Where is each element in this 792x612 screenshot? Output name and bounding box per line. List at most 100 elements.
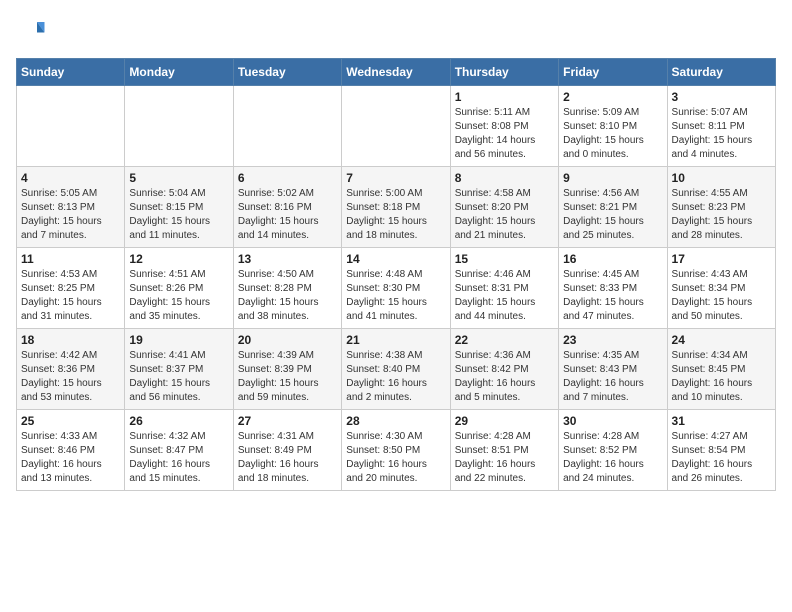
day-info: Sunset: 8:15 PM — [129, 201, 228, 215]
day-info: Daylight: 16 hours — [672, 458, 771, 472]
calendar-cell: 29Sunrise: 4:28 AMSunset: 8:51 PMDayligh… — [450, 410, 558, 491]
weekday-header-row: SundayMondayTuesdayWednesdayThursdayFrid… — [17, 59, 776, 86]
calendar-week-row: 18Sunrise: 4:42 AMSunset: 8:36 PMDayligh… — [17, 329, 776, 410]
calendar-cell: 22Sunrise: 4:36 AMSunset: 8:42 PMDayligh… — [450, 329, 558, 410]
day-info: and 21 minutes. — [455, 229, 554, 243]
day-info: and 10 minutes. — [672, 391, 771, 405]
day-info: and 44 minutes. — [455, 310, 554, 324]
calendar-cell — [233, 86, 341, 167]
day-info: Daylight: 15 hours — [129, 296, 228, 310]
weekday-header: Friday — [559, 59, 667, 86]
day-number: 3 — [672, 90, 771, 104]
day-info: Daylight: 16 hours — [455, 458, 554, 472]
day-number: 4 — [21, 171, 120, 185]
day-info: Daylight: 15 hours — [129, 215, 228, 229]
day-number: 31 — [672, 414, 771, 428]
day-info: Sunrise: 4:34 AM — [672, 349, 771, 363]
calendar-cell: 5Sunrise: 5:04 AMSunset: 8:15 PMDaylight… — [125, 167, 233, 248]
day-number: 26 — [129, 414, 228, 428]
calendar-cell: 17Sunrise: 4:43 AMSunset: 8:34 PMDayligh… — [667, 248, 775, 329]
day-info: Daylight: 15 hours — [21, 296, 120, 310]
day-info: Sunrise: 4:53 AM — [21, 268, 120, 282]
day-info: Sunset: 8:16 PM — [238, 201, 337, 215]
day-info: Daylight: 15 hours — [672, 215, 771, 229]
calendar-cell: 12Sunrise: 4:51 AMSunset: 8:26 PMDayligh… — [125, 248, 233, 329]
day-info: Daylight: 15 hours — [563, 134, 662, 148]
calendar-cell: 15Sunrise: 4:46 AMSunset: 8:31 PMDayligh… — [450, 248, 558, 329]
day-info: and 18 minutes. — [238, 472, 337, 486]
day-info: Sunset: 8:47 PM — [129, 444, 228, 458]
day-info: Daylight: 15 hours — [672, 296, 771, 310]
day-info: Daylight: 16 hours — [346, 458, 445, 472]
day-number: 13 — [238, 252, 337, 266]
calendar-cell: 10Sunrise: 4:55 AMSunset: 8:23 PMDayligh… — [667, 167, 775, 248]
weekday-header: Saturday — [667, 59, 775, 86]
calendar-cell: 24Sunrise: 4:34 AMSunset: 8:45 PMDayligh… — [667, 329, 775, 410]
calendar-cell: 26Sunrise: 4:32 AMSunset: 8:47 PMDayligh… — [125, 410, 233, 491]
day-info: Sunrise: 4:42 AM — [21, 349, 120, 363]
day-number: 7 — [346, 171, 445, 185]
day-info: Sunset: 8:33 PM — [563, 282, 662, 296]
day-number: 15 — [455, 252, 554, 266]
calendar-cell: 27Sunrise: 4:31 AMSunset: 8:49 PMDayligh… — [233, 410, 341, 491]
weekday-header: Wednesday — [342, 59, 450, 86]
calendar-cell: 14Sunrise: 4:48 AMSunset: 8:30 PMDayligh… — [342, 248, 450, 329]
day-number: 30 — [563, 414, 662, 428]
calendar-cell: 30Sunrise: 4:28 AMSunset: 8:52 PMDayligh… — [559, 410, 667, 491]
weekday-header: Tuesday — [233, 59, 341, 86]
day-info: Sunset: 8:42 PM — [455, 363, 554, 377]
day-number: 22 — [455, 333, 554, 347]
day-info: Sunset: 8:51 PM — [455, 444, 554, 458]
day-info: Daylight: 15 hours — [563, 296, 662, 310]
day-info: Sunrise: 5:07 AM — [672, 106, 771, 120]
day-info: Daylight: 15 hours — [672, 134, 771, 148]
day-info: Sunset: 8:28 PM — [238, 282, 337, 296]
day-info: Sunset: 8:54 PM — [672, 444, 771, 458]
day-number: 10 — [672, 171, 771, 185]
day-number: 12 — [129, 252, 228, 266]
logo-icon — [16, 16, 46, 46]
day-info: Sunrise: 4:39 AM — [238, 349, 337, 363]
day-info: Daylight: 16 hours — [455, 377, 554, 391]
day-info: Sunset: 8:45 PM — [672, 363, 771, 377]
day-info: Sunrise: 5:09 AM — [563, 106, 662, 120]
calendar-cell: 4Sunrise: 5:05 AMSunset: 8:13 PMDaylight… — [17, 167, 125, 248]
calendar-cell: 3 Sunrise: 5:07 AMSunset: 8:11 PMDaylight… — [667, 86, 775, 167]
calendar-cell: 31Sunrise: 4:27 AMSunset: 8:54 PMDayligh… — [667, 410, 775, 491]
day-info: Sunset: 8:50 PM — [346, 444, 445, 458]
day-info: Daylight: 15 hours — [455, 296, 554, 310]
day-info: Sunrise: 4:46 AM — [455, 268, 554, 282]
day-info: Daylight: 16 hours — [21, 458, 120, 472]
calendar-cell: 2Sunrise: 5:09 AMSunset: 8:10 PMDaylight… — [559, 86, 667, 167]
day-number: 18 — [21, 333, 120, 347]
weekday-header: Monday — [125, 59, 233, 86]
day-info: and 15 minutes. — [129, 472, 228, 486]
day-number: 23 — [563, 333, 662, 347]
day-info: and 53 minutes. — [21, 391, 120, 405]
day-info: and 7 minutes. — [563, 391, 662, 405]
calendar-cell: 19Sunrise: 4:41 AMSunset: 8:37 PMDayligh… — [125, 329, 233, 410]
day-info: Sunset: 8:25 PM — [21, 282, 120, 296]
day-number: 25 — [21, 414, 120, 428]
day-info: Daylight: 16 hours — [129, 458, 228, 472]
day-number: 19 — [129, 333, 228, 347]
day-info: Sunrise: 4:58 AM — [455, 187, 554, 201]
day-info: Sunrise: 4:31 AM — [238, 430, 337, 444]
day-info: Sunrise: 4:51 AM — [129, 268, 228, 282]
day-info: Sunset: 8:10 PM — [563, 120, 662, 134]
day-info: and 14 minutes. — [238, 229, 337, 243]
day-info: Sunrise: 4:33 AM — [21, 430, 120, 444]
day-info: Sunset: 8:46 PM — [21, 444, 120, 458]
calendar-cell — [125, 86, 233, 167]
day-info: and 11 minutes. — [129, 229, 228, 243]
calendar-cell: 11Sunrise: 4:53 AMSunset: 8:25 PMDayligh… — [17, 248, 125, 329]
day-info: Sunrise: 4:38 AM — [346, 349, 445, 363]
day-info: and 31 minutes. — [21, 310, 120, 324]
day-info: Daylight: 15 hours — [21, 215, 120, 229]
page-header — [16, 16, 776, 46]
day-info: Daylight: 16 hours — [672, 377, 771, 391]
day-info: Sunset: 8:11 PM — [672, 120, 771, 134]
day-info: Sunrise: 5:04 AM — [129, 187, 228, 201]
calendar-cell: 7Sunrise: 5:00 AMSunset: 8:18 PMDaylight… — [342, 167, 450, 248]
calendar-cell: 6Sunrise: 5:02 AMSunset: 8:16 PMDaylight… — [233, 167, 341, 248]
